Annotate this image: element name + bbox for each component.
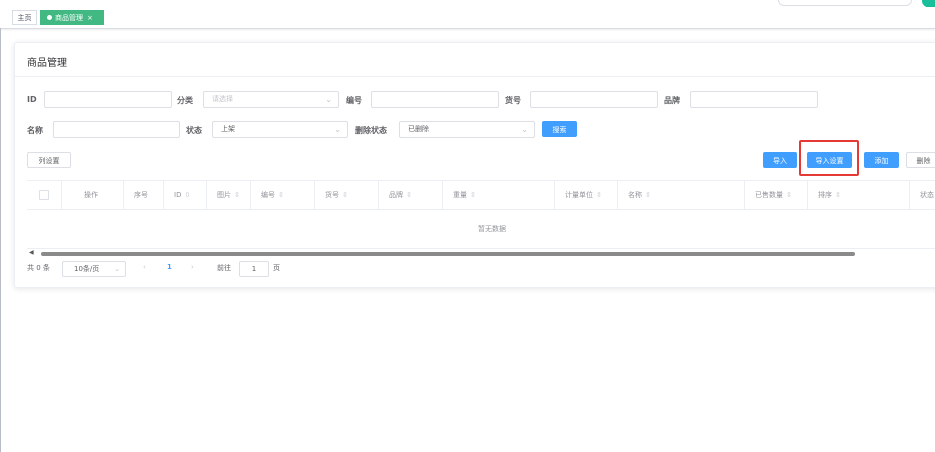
column-label: 序号 [134,191,148,199]
horizontal-scrollbar[interactable]: ◀ [27,249,935,258]
column-label: 编号 [261,191,275,199]
active-dot-icon [47,14,52,20]
filter-name-input[interactable] [53,121,180,138]
column-label: 重量 [453,191,467,199]
filter-delete-status-label: 删除状态 [355,126,387,135]
empty-state-text: 暂无数据 [27,210,935,249]
tag-home[interactable]: 主页 [12,10,37,25]
sort-icon[interactable]: ⇳ [835,191,841,199]
goto-page-input[interactable]: 1 [239,261,269,277]
column-label: 已售数量 [755,191,783,199]
column-settings-button[interactable]: 列设置 [27,152,71,168]
column-label: 排序 [818,191,832,199]
sort-icon[interactable]: ⇳ [470,191,476,199]
filter-code-label: 编号 [346,96,362,105]
column-label: 计量单位 [565,191,593,199]
chevron-down-icon: ⌄ [521,125,528,134]
page-size-select[interactable]: 10条/页 ⌄ [62,261,126,277]
filter-brand-input[interactable] [690,91,818,108]
scrollbar-thumb[interactable] [41,252,855,256]
page-unit-label: 页 [273,264,280,272]
table-header: 操作 序号 ID ⇳ 图片 ⇳ 编号 ⇳ 货号 ⇳ 品牌 ⇳ 重量 ⇳ 计量单位 ⇳ 名称 ⇳ … [27,180,935,210]
filter-brand-label: 品牌 [664,96,680,105]
checkbox-icon[interactable] [39,190,49,200]
filter-name-label: 名称 [27,126,43,135]
header-sort-order[interactable]: 排序 ⇳ [807,181,909,209]
sort-icon[interactable]: ⇳ [786,191,792,199]
filter-delete-status-select[interactable]: 已删除 ⌄ [399,121,535,138]
goods-card: 商品管理 ID 分类 请选择 ⌄ 编号 货号 品牌 名称 状态 上架 ⌄ 删除状… [14,42,935,288]
filter-id-label: ID [27,95,37,104]
sort-icon[interactable]: ⇳ [596,191,602,199]
top-navbar [0,0,935,8]
filter-category-select[interactable]: 请选择 ⌄ [203,91,339,108]
filter-status-label: 状态 [186,126,202,135]
filter-goods-no-input[interactable] [530,91,658,108]
sort-icon[interactable]: ⇳ [278,191,284,199]
page-number-current[interactable]: 1 [167,263,172,271]
column-label: 品牌 [389,191,403,199]
search-button[interactable]: 搜索 [542,121,577,137]
page-size-value: 10条/页 [74,265,100,273]
chevron-down-icon: ⌄ [325,95,332,104]
column-label: ID [174,191,182,199]
header-name[interactable]: 名称 ⇳ [617,181,744,209]
header-select-all[interactable] [27,181,61,209]
highlight-box [799,140,859,176]
column-label: 状态 [920,191,934,199]
header-id[interactable]: ID ⇳ [163,181,206,209]
header-actions: 操作 [61,181,123,209]
sort-icon[interactable]: ⇳ [234,191,240,199]
next-page-button[interactable]: › [191,263,194,271]
header-unit[interactable]: 计量单位 ⇳ [554,181,617,209]
chevron-down-icon: ⌄ [334,125,341,134]
header-sold-count[interactable]: 已售数量 ⇳ [744,181,807,209]
filter-code-input[interactable] [371,91,499,108]
tags-view-bar: 主页 商品管理 × [0,7,935,29]
header-weight[interactable]: 重量 ⇳ [442,181,554,209]
filter-goods-no-label: 货号 [505,96,521,105]
tag-active-label: 商品管理 [55,14,83,22]
sidebar-edge [0,28,1,452]
category-placeholder: 请选择 [212,95,233,103]
goto-label: 前往 [217,264,231,272]
header-code[interactable]: 编号 ⇳ [250,181,314,209]
sort-icon[interactable]: ⇳ [184,191,190,199]
filter-category-label: 分类 [177,96,193,105]
tag-home-label: 主页 [17,14,32,22]
tag-goods-management[interactable]: 商品管理 × [40,10,104,25]
header-goods-no[interactable]: 货号 ⇳ [314,181,378,209]
sort-icon[interactable]: ⇳ [342,191,348,199]
delete-button[interactable]: 删除 [906,152,935,168]
column-label: 货号 [325,191,339,199]
filter-id-input[interactable] [44,91,172,108]
pagination-total: 共 0 条 [27,264,50,272]
column-label: 操作 [84,191,98,199]
sort-icon[interactable]: ⇳ [645,191,651,199]
status-selected-value: 上架 [221,125,235,133]
header-status[interactable]: 状态⇳ [909,181,935,209]
import-button[interactable]: 导入 [763,152,797,168]
delete-status-selected-value: 已删除 [408,125,429,133]
sort-icon[interactable]: ⇳ [406,191,412,199]
filter-status-select[interactable]: 上架 ⌄ [212,121,348,138]
column-label: 名称 [628,191,642,199]
page-title: 商品管理 [27,58,67,69]
scroll-left-arrow-icon[interactable]: ◀ [29,249,34,256]
add-button[interactable]: 添加 [864,152,899,168]
header-index: 序号 [123,181,163,209]
header-search-input[interactable] [778,0,912,6]
goods-table: 操作 序号 ID ⇳ 图片 ⇳ 编号 ⇳ 货号 ⇳ 品牌 ⇳ 重量 ⇳ 计量单位 ⇳ 名称 ⇳ … [27,180,935,249]
chevron-down-icon: ⌄ [114,265,120,273]
prev-page-button[interactable]: ‹ [143,263,146,271]
header-brand[interactable]: 品牌 ⇳ [378,181,442,209]
column-label: 图片 [217,191,231,199]
card-divider [15,76,935,77]
header-image[interactable]: 图片 ⇳ [206,181,250,209]
close-icon[interactable]: × [87,14,93,22]
